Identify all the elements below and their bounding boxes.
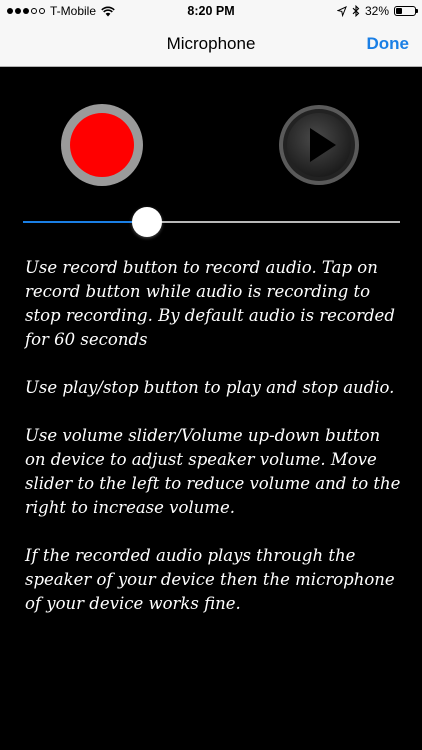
- instructions-text: Use record button to record audio. Tap o…: [25, 256, 405, 640]
- battery-icon: [394, 6, 418, 16]
- page-title: Microphone: [166, 34, 256, 53]
- battery-fill: [396, 8, 402, 14]
- record-icon: [70, 113, 134, 177]
- instruction-record: Use record button to record audio. Tap o…: [25, 258, 395, 349]
- instruction-play: Use play/stop button to play and stop au…: [25, 378, 395, 397]
- status-bar: T-Mobile 8:20 PM 32%: [0, 0, 422, 22]
- navigation-bar: Microphone Done: [0, 22, 422, 66]
- bluetooth-icon: [352, 5, 360, 17]
- volume-track-filled: [23, 221, 148, 223]
- location-arrow-icon: [336, 5, 347, 17]
- volume-thumb[interactable]: [132, 207, 163, 237]
- play-button[interactable]: [278, 104, 360, 186]
- record-button[interactable]: [61, 104, 143, 186]
- volume-slider[interactable]: [23, 206, 400, 238]
- done-button[interactable]: Done: [367, 34, 410, 54]
- top-bar: T-Mobile 8:20 PM 32% Microphone Done: [0, 0, 422, 67]
- battery-percentage: 32%: [364, 4, 389, 18]
- instruction-volume: Use volume slider/Volume up-down button …: [25, 426, 401, 517]
- status-right: 32%: [336, 4, 418, 18]
- instruction-result: If the recorded audio plays through the …: [25, 546, 395, 613]
